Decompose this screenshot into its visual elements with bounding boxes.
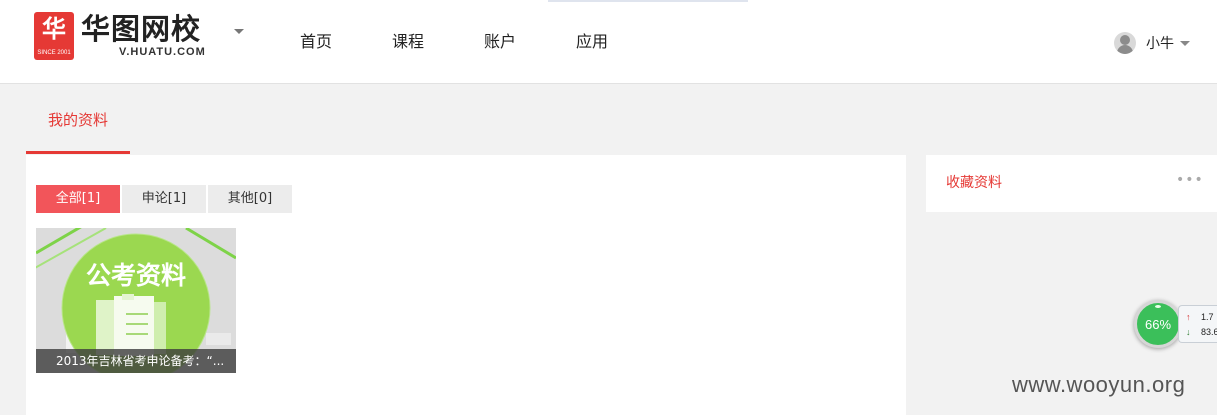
- document-card[interactable]: 公考资料 2013年吉林省考申论备考：“...: [36, 228, 236, 373]
- download-speed-row: ↓ 83.6: [1186, 327, 1217, 337]
- logo-since-text: SINCE 2001: [37, 50, 71, 56]
- upload-arrow-icon: ↑: [1186, 312, 1191, 322]
- logo-badge-glyph: 华: [42, 15, 66, 43]
- logo-brand-name: 华图网校: [81, 12, 202, 46]
- network-speed-ball[interactable]: 66%: [1134, 300, 1182, 348]
- upload-speed: 1.7: [1201, 312, 1214, 322]
- nav-courses[interactable]: 课程: [362, 0, 454, 84]
- chevron-down-icon: [1180, 40, 1190, 46]
- filter-tabs: 全部[1] 申论[1] 其他[0]: [36, 185, 294, 213]
- filter-tab-essay[interactable]: 申论[1]: [122, 185, 206, 213]
- user-name: 小牛: [1146, 36, 1174, 52]
- favorites-title: 收藏资料: [946, 175, 1002, 191]
- top-header: 华 SINCE 2001 华图网校 V.HUATU.COM 首页 课程 账户 应…: [0, 0, 1217, 84]
- logo-badge: 华 SINCE 2001: [34, 12, 74, 60]
- favorites-panel: 收藏资料 •••: [926, 155, 1217, 212]
- download-arrow-icon: ↓: [1186, 327, 1191, 337]
- more-options-icon[interactable]: •••: [1176, 172, 1204, 188]
- avatar-icon: [1114, 32, 1136, 54]
- watermark-text: www.wooyun.org: [1012, 372, 1186, 397]
- nav-apps[interactable]: 应用: [546, 0, 638, 84]
- filter-tab-other[interactable]: 其他[0]: [208, 185, 292, 213]
- logo-domain: V.HUATU.COM: [119, 46, 206, 58]
- main-nav: 首页 课程 账户 应用: [270, 0, 638, 84]
- materials-panel: 全部[1] 申论[1] 其他[0] 公考资料 2013年吉林省考申论备考：“..…: [26, 155, 906, 415]
- document-caption: 2013年吉林省考申论备考：“...: [36, 349, 236, 373]
- speed-ball-highlight: [1155, 305, 1161, 308]
- avatar-head: [1120, 35, 1130, 45]
- huatu-logo[interactable]: 华 SINCE 2001 华图网校 V.HUATU.COM: [34, 12, 249, 64]
- logo-dropdown-caret-icon[interactable]: [234, 29, 244, 34]
- nav-account[interactable]: 账户: [454, 0, 546, 84]
- nav-home[interactable]: 首页: [270, 0, 362, 84]
- user-menu[interactable]: 小牛: [1114, 30, 1190, 56]
- network-speed-panel: ↑ 1.7 ↓ 83.6: [1178, 305, 1217, 343]
- memory-percent: 66%: [1144, 317, 1172, 332]
- tab-my-materials[interactable]: 我的资料: [26, 86, 130, 154]
- avatar-body: [1117, 45, 1133, 54]
- cover-title-text: 公考资料: [86, 261, 186, 290]
- download-speed: 83.6: [1201, 327, 1217, 337]
- upload-speed-row: ↑ 1.7: [1186, 312, 1214, 322]
- filter-tab-all[interactable]: 全部[1]: [36, 185, 120, 213]
